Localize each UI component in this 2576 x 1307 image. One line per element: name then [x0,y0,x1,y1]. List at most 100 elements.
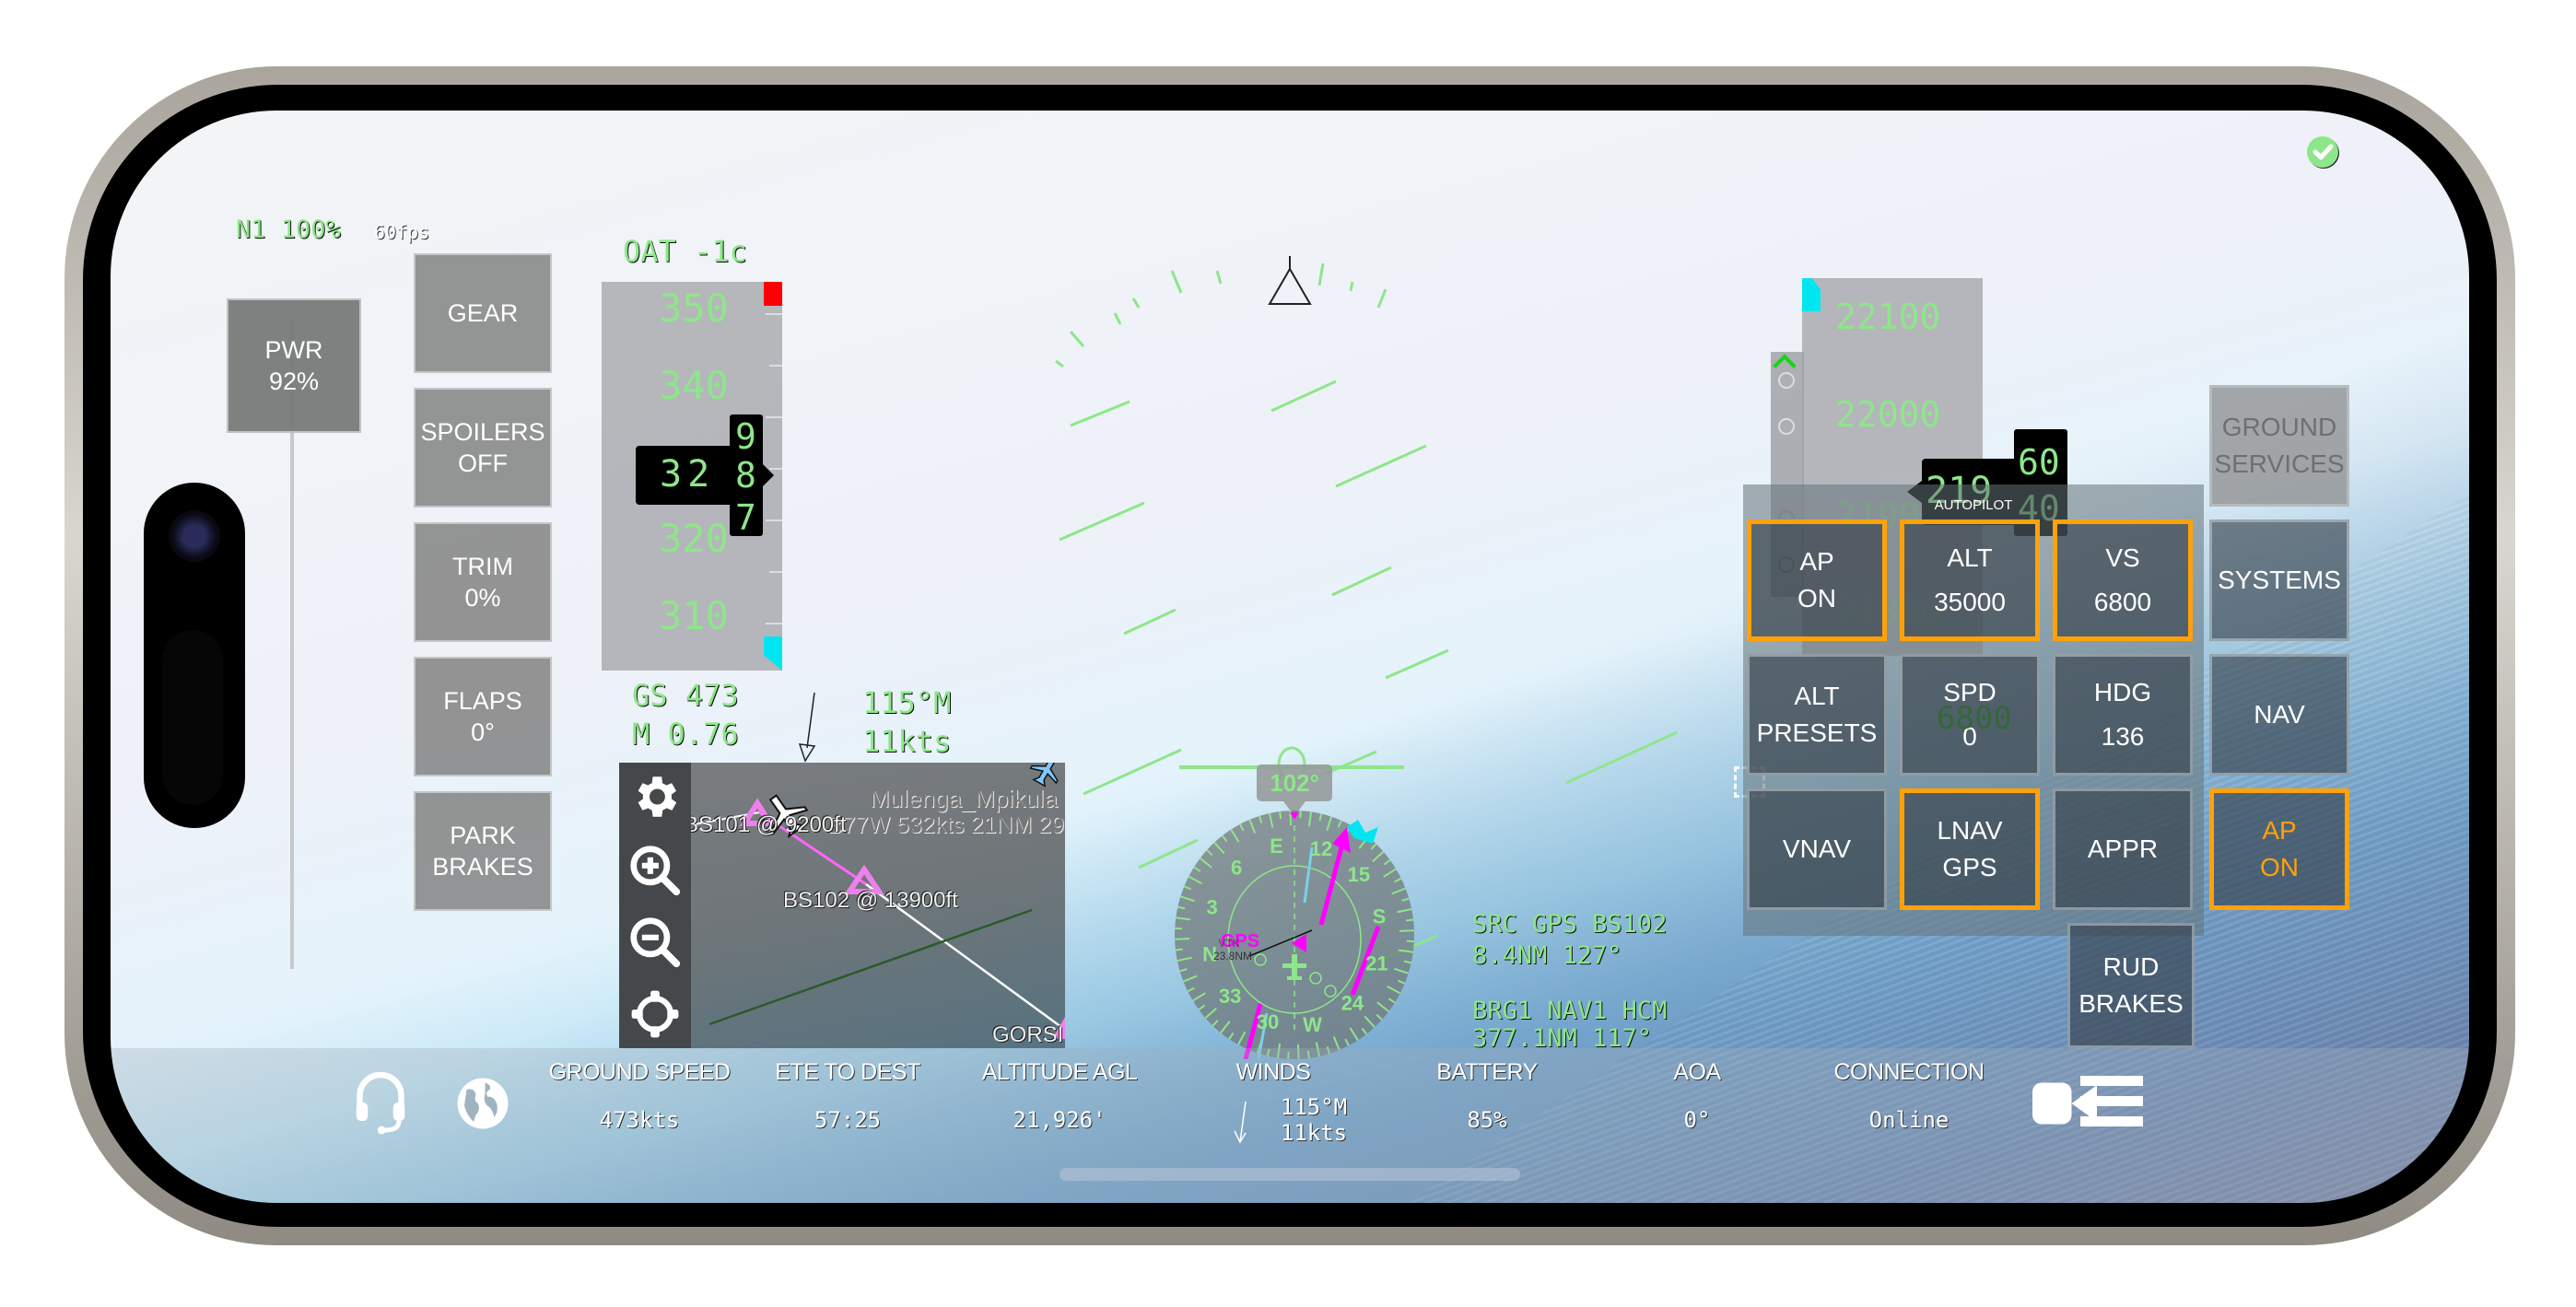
connection-ok-icon[interactable] [2307,136,2338,168]
autopilot-tile-label: VNAV [1782,834,1852,863]
compass-tick [1279,811,1282,820]
ground-services-line2: SERVICES [2214,449,2345,478]
autopilot-tile-ap-on[interactable]: AP ON [1747,519,1887,641]
wind-arrow-icon [798,692,816,763]
nav-source-line1: SRC GPS BS102 [1472,910,1668,939]
sensor-pill [162,630,223,805]
status-value: Online [1868,1107,1950,1133]
power-value: 92% [268,368,320,395]
zoom-out-icon[interactable] [626,914,684,971]
trim-button[interactable]: TRIM 0% [414,522,552,642]
autopilot-tile-alt-presets[interactable]: ALT PRESETS [1747,654,1887,776]
flight-screen: N1 100% 60fps PWR 92% GEAR SPOILERS OFF … [111,111,2469,1203]
autopilot-tile-value: 6800 [2093,588,2152,616]
flaps-label: FLAPS [443,687,522,715]
ap-on-line1: AP [2262,816,2297,845]
zoom-in-icon[interactable] [626,842,684,899]
compass-label: 33 [1219,985,1241,1008]
waypoint-label: BS102 @ 13900ft [783,888,958,913]
status-bar: GROUND SPEED 473kts ETE TO DEST 57:25 ALTITU… [111,1048,2469,1203]
autopilot-tile-vnav[interactable]: VNAV [1747,788,1887,910]
autopilot-tile-label: LNAV [1937,816,2003,845]
flaps-value: 0° [471,718,495,746]
autopilot-tile-vs[interactable]: VS 6800 [2053,519,2193,641]
pitch-line [1070,400,1130,427]
park-brakes-button[interactable]: PARK BRAKES [414,791,552,911]
pitch-line [1331,566,1392,597]
status-value: 21,926' [1013,1107,1107,1133]
mach-readout: M 0.76 [632,717,739,752]
compass-label: 21 [1365,952,1388,975]
headset-icon[interactable] [352,1070,409,1135]
front-camera-icon [169,510,220,562]
bank-tick [1215,270,1223,285]
recenter-crosshair-icon[interactable] [628,987,682,1041]
systems-button[interactable]: SYSTEMS [2209,519,2349,641]
trim-value: 0% [464,584,501,612]
bank-tick [1170,270,1183,294]
systems-label: SYSTEMS [2218,566,2341,594]
rudder-brakes-button[interactable]: RUD BRAKES [2067,923,2195,1048]
speed-bug [764,636,782,671]
compass-tick [1405,918,1414,922]
speed-tick [766,416,782,418]
nav-button[interactable]: NAV [2209,654,2349,776]
overspeed-marker [764,282,782,306]
bank-tick [1317,263,1325,286]
spoilers-label: SPOILERS [420,418,545,446]
home-indicator [1060,1168,1520,1181]
power-label: PWR [264,336,323,364]
speed-digit-lower: 7 [735,497,756,538]
airspeed-readout-main: 32 [660,453,716,496]
rud-brakes-line1: RUD [2102,952,2160,981]
pitch-line [1385,648,1449,680]
altitude-tape-label: 22100 [1835,297,1941,337]
compass-tick [1399,929,1414,932]
spoilers-button[interactable]: SPOILERS OFF [414,388,552,508]
bank-tick [1113,312,1122,325]
compass-rose: E 1215S2124W3033N36 GPS VTK 23.8NM [1175,811,1414,1059]
pitch-line [1565,730,1677,785]
speed-tick [769,571,782,573]
gear-button[interactable]: GEAR [414,253,552,373]
autopilot-tile-lnav-gps[interactable]: LNAV GPS [1900,788,2040,910]
ground-services-button[interactable]: GROUND SERVICES [2209,385,2349,507]
vtk-distance: 23.8NM [1213,950,1252,963]
ap-on-line2: ON [2260,853,2299,881]
autopilot-tile-label: AP [1799,547,1834,576]
ap-on-button[interactable]: AP ON [2209,788,2349,910]
speed-tape-label: 310 [659,593,729,638]
speed-tick [766,623,782,624]
speed-tape-label: 340 [659,363,729,408]
autopilot-tile-alt[interactable]: ALT 35000 [1900,519,2040,641]
compass-label: S [1373,904,1387,928]
autopilot-tile-label: ALT [1947,543,1993,572]
compass-label: 6 [1231,856,1242,879]
bank-tick [1349,281,1354,292]
traffic-info: B77W 532kts 21NM 29740ft [827,812,1065,838]
heading-readout: 102° [1270,769,1319,797]
autopilot-tile-hdg[interactable]: HDG 136 [2053,654,2193,776]
pitch-line [1123,608,1177,636]
ground-services-line1: GROUND [2221,413,2337,441]
status-value: 0° [1683,1107,1711,1133]
moving-map[interactable]: Mulenga_Mpikula B77W 532kts 21NM 29740ft… [619,763,1065,1048]
trim-label: TRIM [452,553,513,580]
autopilot-tile-value: PRESETS [1756,718,1878,747]
altitude-tape-label: 22000 [1835,394,1941,435]
flaps-button[interactable]: FLAPS 0° [414,657,552,776]
autopilot-tile-value: ON [1797,584,1836,613]
bank-tick [1376,288,1388,309]
globe-icon[interactable] [455,1076,510,1131]
autopilot-tile-label: VS [2105,543,2140,572]
compass-label: 30 [1257,1010,1279,1033]
altitude-digit-upper: 60 [2018,442,2060,483]
autopilot-tile-appr[interactable]: APPR [2053,788,2193,910]
power-lever-handle[interactable]: PWR 92% [227,298,361,433]
bank-tick [1055,359,1064,368]
compass-tick [1175,948,1184,951]
traffic-callsign: Mulenga_Mpikula [870,785,1058,812]
status-label: AOA [1673,1059,1721,1085]
hamburger-menu-icon[interactable] [2080,1076,2143,1127]
settings-gear-icon[interactable] [628,770,682,823]
